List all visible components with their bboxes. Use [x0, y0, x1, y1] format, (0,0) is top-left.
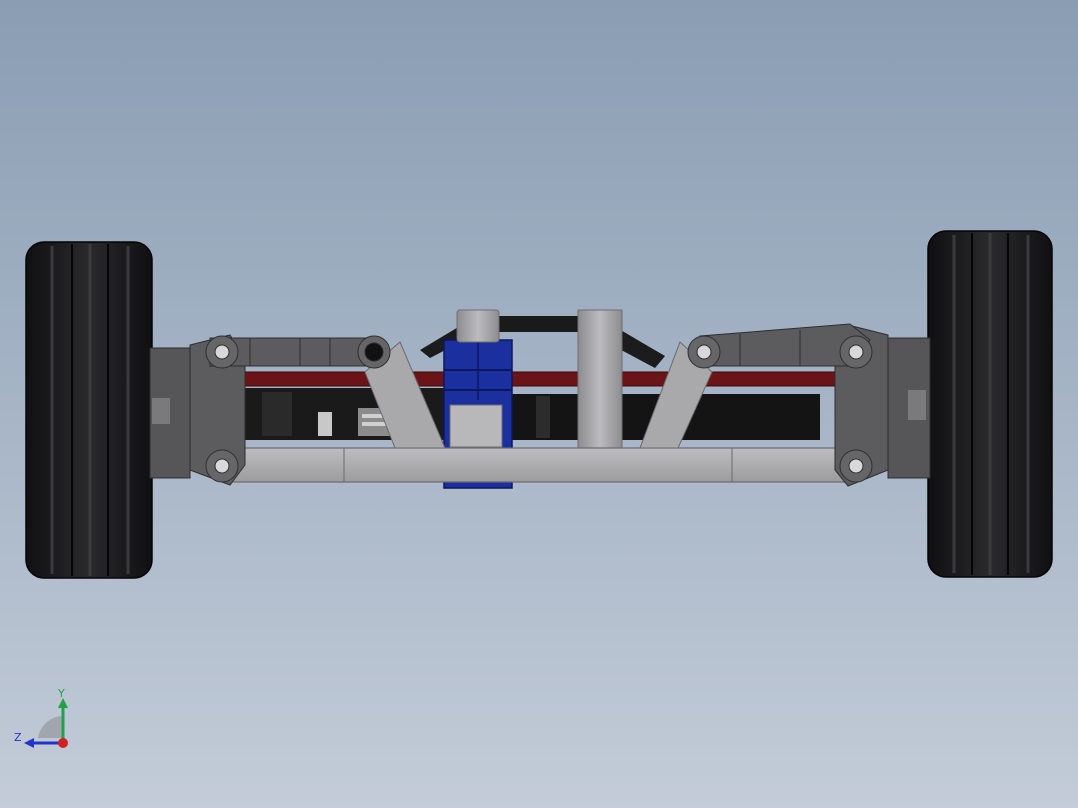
- z-axis-arrow: [24, 738, 34, 748]
- graphics-viewport[interactable]: Y Z: [0, 0, 1078, 808]
- servo-post: [456, 309, 500, 343]
- y-axis-label: Y: [58, 687, 65, 700]
- electronics-block: [238, 388, 820, 440]
- left-tire: [25, 241, 153, 579]
- upper-link-bar: [490, 316, 585, 332]
- x-axis-dot: [58, 738, 68, 748]
- tie-rod: [147, 371, 931, 387]
- center-post: [577, 309, 623, 451]
- chassis-model[interactable]: [0, 0, 1078, 808]
- right-tire: [927, 230, 1053, 578]
- view-orientation-triad: Y Z: [12, 686, 82, 756]
- z-axis-label: Z: [14, 731, 22, 744]
